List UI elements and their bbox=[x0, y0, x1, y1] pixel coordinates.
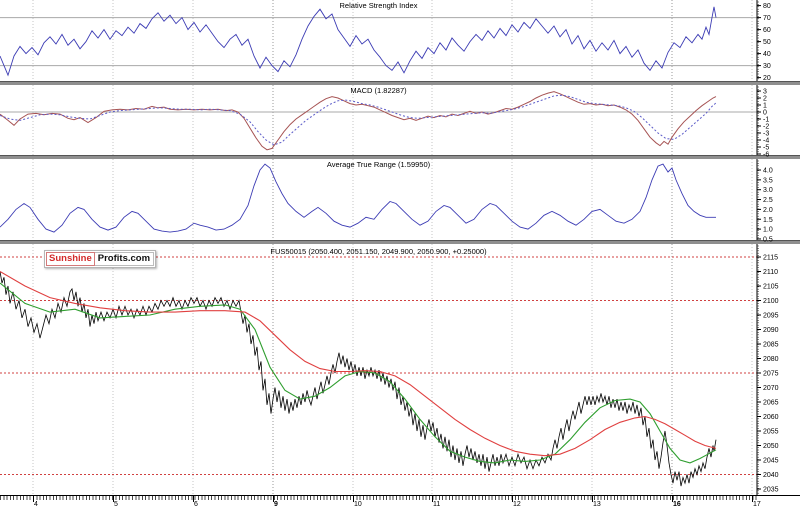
x-axis-label: 9 bbox=[274, 501, 278, 508]
y-axis-label: 2105 bbox=[763, 284, 779, 291]
x-axis-label: 17 bbox=[753, 501, 761, 508]
y-axis-label: 2060 bbox=[763, 414, 779, 421]
y-axis-label: 80 bbox=[763, 3, 771, 10]
y-axis-label: 2 bbox=[763, 96, 767, 103]
x-axis-label: 16 bbox=[673, 501, 681, 508]
atr-panel: Average True Range (1.59950) 4.0 3.5 3.0 2.… bbox=[0, 159, 800, 243]
x-axis-label: 12 bbox=[513, 501, 521, 508]
y-axis-label: 4.0 bbox=[763, 168, 773, 175]
macd-plot: 3210-1-2-3-4-5-6 bbox=[0, 85, 769, 159]
y-axis-label: 2080 bbox=[763, 356, 779, 363]
y-axis-label: 50 bbox=[763, 39, 771, 46]
y-axis-label: 2115 bbox=[763, 255, 778, 262]
x-axis-label: 6 bbox=[194, 501, 198, 508]
y-axis-label: 2045 bbox=[763, 458, 779, 465]
y-axis-label: 1 bbox=[763, 103, 767, 110]
rsi-line bbox=[0, 6, 717, 77]
y-axis-label: 2065 bbox=[763, 400, 779, 407]
y-axis-label: 2100 bbox=[763, 298, 779, 305]
y-axis-label: 30 bbox=[763, 63, 771, 70]
y-axis-label: 2.0 bbox=[763, 207, 773, 214]
x-axis: 4 5 6 9 10 11 12 13 16 17 bbox=[0, 495, 800, 512]
y-axis-label: 0.5 bbox=[763, 236, 773, 243]
y-axis-label: -5 bbox=[763, 145, 769, 152]
y-axis-label: 2110 bbox=[763, 269, 778, 276]
price-plot: 2115 2110 2105 2100 2095 2090 2085 2080 2075 2070… bbox=[0, 244, 779, 495]
y-axis-label: 2075 bbox=[763, 371, 779, 378]
x-axis-label: 10 bbox=[354, 501, 362, 508]
rsi-panel: Relative Strength Index 80 70 60 50 40 30 20 bbox=[0, 0, 800, 82]
y-axis-label: 3.5 bbox=[763, 177, 773, 184]
x-axis-label: 13 bbox=[593, 501, 601, 508]
y-axis-label: 2.5 bbox=[763, 197, 773, 204]
atr-plot: 4.0 3.5 3.0 2.5 2.0 1.5 1.0 0.5 bbox=[0, 159, 773, 243]
y-axis-label: 2035 bbox=[763, 487, 779, 494]
signal-line bbox=[0, 94, 717, 146]
y-axis-label: 40 bbox=[763, 51, 771, 58]
atr-line bbox=[0, 163, 716, 233]
y-axis-label: 2055 bbox=[763, 429, 779, 436]
y-axis-label: -4 bbox=[763, 138, 769, 145]
y-axis-label: 3 bbox=[763, 89, 767, 96]
sunshineprofits-logo: Sunshine Profits.com bbox=[44, 250, 157, 268]
x-axis-label: 5 bbox=[114, 501, 118, 508]
x-axis-label: 11 bbox=[433, 501, 441, 508]
y-axis-label: -3 bbox=[763, 131, 769, 138]
macd-line bbox=[0, 91, 717, 151]
y-axis-label: 60 bbox=[763, 27, 771, 34]
y-axis-label: -6 bbox=[763, 152, 769, 159]
y-axis-label: 2040 bbox=[763, 472, 779, 479]
y-axis-label: 2050 bbox=[763, 443, 779, 450]
ma-slow-line bbox=[0, 271, 717, 457]
y-axis-label: 2095 bbox=[763, 313, 779, 320]
price-line bbox=[0, 271, 717, 487]
y-axis-label: 0 bbox=[763, 110, 767, 117]
x-axis-label: 4 bbox=[34, 501, 38, 508]
y-axis-label: -2 bbox=[763, 124, 769, 131]
logo-text-sunshine: Sunshine bbox=[46, 252, 95, 266]
logo-text-profits: Profits.com bbox=[94, 252, 155, 266]
y-axis-label: 2085 bbox=[763, 342, 779, 349]
y-axis-label: 1.5 bbox=[763, 217, 773, 224]
y-axis-label: 20 bbox=[763, 75, 771, 82]
y-axis-label: 2070 bbox=[763, 385, 779, 392]
macd-panel: MACD (1.82287) 3 2 1 0 -1 -2 -3 -4 -5 -6 bbox=[0, 85, 800, 159]
stock-chart: Relative Strength Index 80 70 60 50 40 30 20 M… bbox=[0, 0, 800, 512]
y-axis-label: 70 bbox=[763, 15, 771, 22]
y-axis-label: -1 bbox=[763, 117, 769, 124]
rsi-plot: 80 70 60 50 40 30 20 bbox=[0, 0, 771, 82]
y-axis-label: 1.0 bbox=[763, 227, 773, 234]
price-panel: FUS50015 (2050.400, 2051.150, 2049.900, … bbox=[0, 244, 800, 495]
y-axis-label: 3.0 bbox=[763, 187, 773, 194]
y-axis-label: 2090 bbox=[763, 327, 779, 334]
